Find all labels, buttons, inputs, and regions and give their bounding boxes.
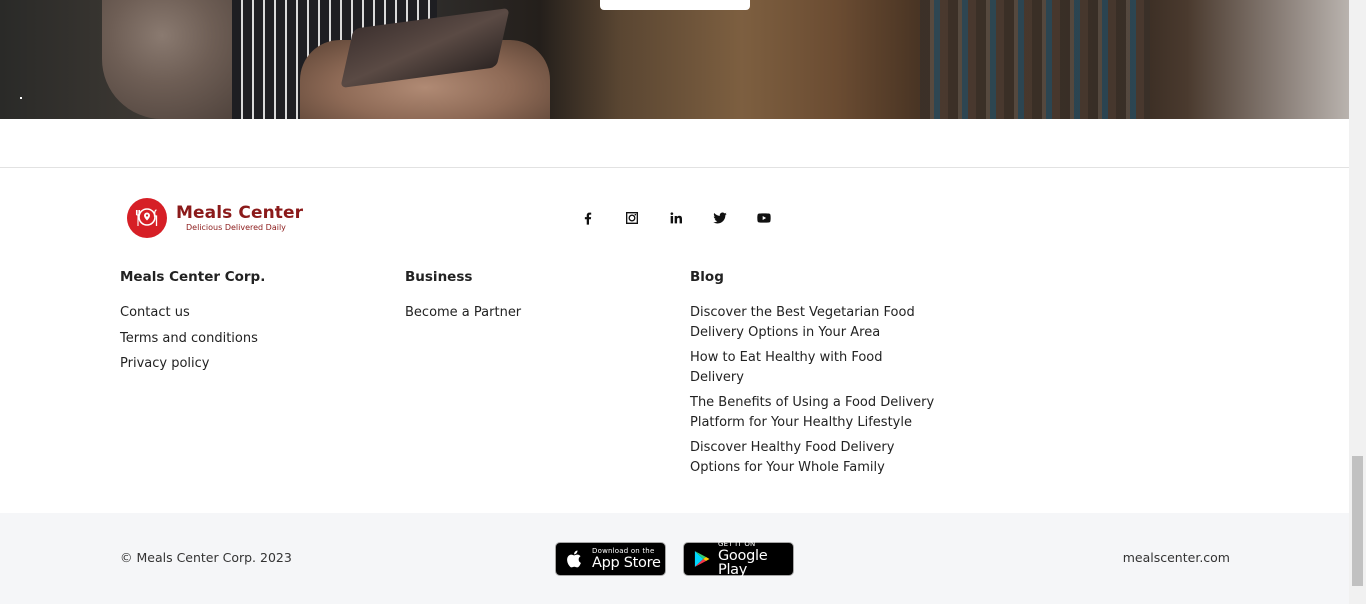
footer-link-become-partner[interactable]: Become a Partner <box>405 303 665 323</box>
blog-link[interactable]: The Benefits of Using a Food Delivery Pl… <box>690 393 940 432</box>
facebook-icon[interactable] <box>576 207 600 229</box>
app-store-badge[interactable]: Download on the App Store <box>555 542 666 576</box>
twitter-icon[interactable] <box>708 207 732 229</box>
column-heading: Blog <box>690 269 724 285</box>
instagram-icon[interactable] <box>620 207 644 229</box>
blog-link[interactable]: Discover the Best Vegetarian Food Delive… <box>690 303 940 342</box>
hero-bookshelf <box>920 0 1150 119</box>
social-links <box>576 207 776 229</box>
column-heading: Meals Center Corp. <box>120 269 266 285</box>
site-domain: mealscenter.com <box>1122 550 1230 565</box>
footer-link-contact[interactable]: Contact us <box>120 303 380 323</box>
brand-tagline: Delicious Delivered Daily <box>186 223 286 232</box>
logo-mark-icon <box>127 198 167 238</box>
youtube-icon[interactable] <box>752 207 776 229</box>
app-store-small-text: Download on the <box>592 546 655 555</box>
hero-carousel-dot <box>20 97 22 99</box>
page-scrollbar[interactable] <box>1349 0 1366 604</box>
app-store-big-text: App Store <box>592 554 661 571</box>
footer-divider <box>0 167 1349 168</box>
copyright-text: © Meals Center Corp. 2023 <box>120 550 292 565</box>
footer-column-business: Business Become a Partner <box>405 267 665 329</box>
brand-name: Meals Center <box>176 203 304 223</box>
footer-link-terms[interactable]: Terms and conditions <box>120 329 380 349</box>
blog-link[interactable]: Discover Healthy Food Delivery Options f… <box>690 438 940 477</box>
google-play-small-text: GET IT ON <box>718 539 756 548</box>
apple-icon <box>564 548 586 570</box>
footer-bottom-bar: © Meals Center Corp. 2023 Download on th… <box>0 513 1349 604</box>
scrollbar-thumb[interactable] <box>1352 456 1363 586</box>
column-heading: Business <box>405 269 473 285</box>
footer-column-company: Meals Center Corp. Contact us Terms and … <box>120 267 380 380</box>
footer-link-privacy[interactable]: Privacy policy <box>120 354 380 374</box>
linkedin-icon[interactable] <box>664 207 688 229</box>
hero-person-arm <box>102 0 252 119</box>
blog-link[interactable]: How to Eat Healthy with Food Delivery <box>690 348 940 387</box>
footer-column-blog: Blog Discover the Best Vegetarian Food D… <box>690 267 940 483</box>
brand-logo[interactable]: Meals Center Delicious Delivered Daily <box>127 198 303 238</box>
hero-image <box>0 0 1349 119</box>
google-play-icon <box>692 548 712 570</box>
google-play-badge[interactable]: GET IT ON Google Play <box>683 539 794 578</box>
google-play-big-text: Google Play <box>718 547 768 578</box>
hero-cta-button[interactable] <box>600 0 750 10</box>
